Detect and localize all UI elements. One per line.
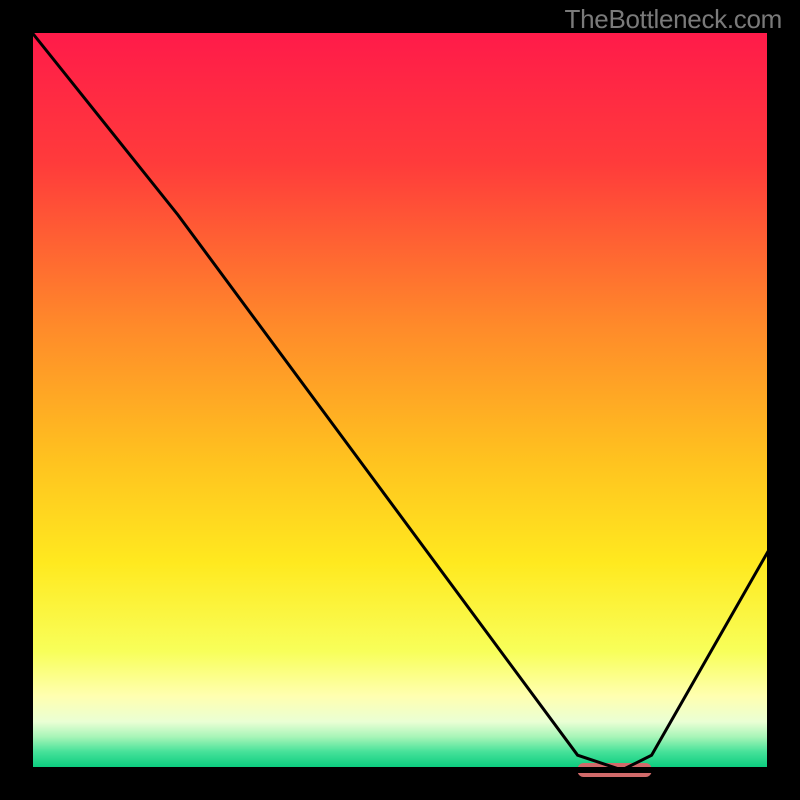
plot-background — [30, 30, 770, 770]
chart-svg — [0, 0, 800, 800]
chart-container: TheBottleneck.com — [0, 0, 800, 800]
watermark-text: TheBottleneck.com — [565, 4, 782, 35]
